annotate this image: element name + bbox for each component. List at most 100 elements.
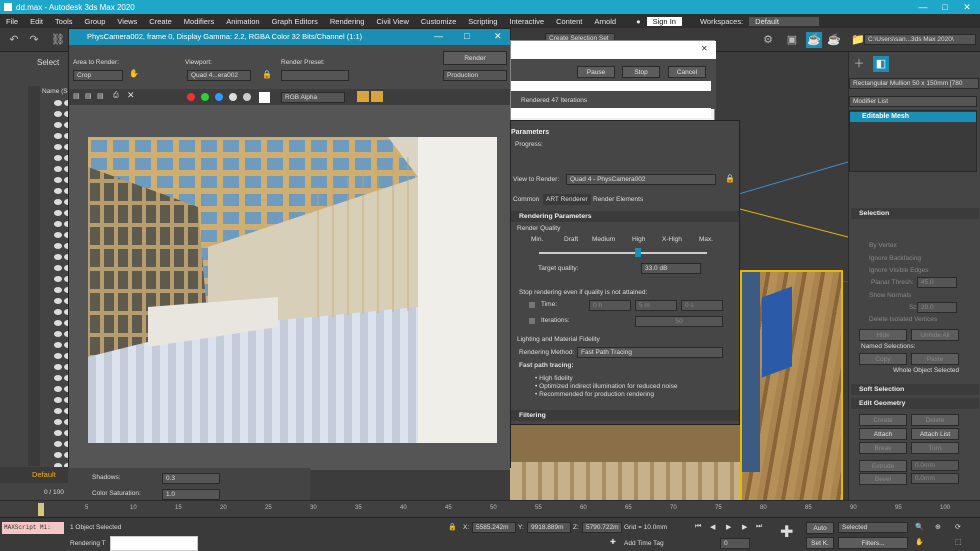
lock-icon[interactable]: 🔒 [262,70,272,79]
rendering-method-dropdown[interactable]: Fast Path Tracing [577,347,723,358]
blue-channel-icon[interactable] [215,93,223,101]
visibility-eye-icon[interactable] [54,342,62,348]
menu-interactive[interactable]: Interactive [503,17,550,26]
visibility-eye-icon[interactable] [54,452,62,458]
frame-counter[interactable]: 0 / 100 [44,489,64,496]
undo-icon[interactable]: ↶ [6,32,22,48]
visibility-eye-icon[interactable] [54,177,62,183]
lock-selection-icon[interactable]: 🔒 [448,523,457,531]
bevel-spinner[interactable]: 0.0mm [911,473,959,484]
mono-icon[interactable] [243,93,251,101]
extrude-spinner[interactable]: 0.0mm [911,460,959,471]
goto-end-icon[interactable]: ⏭ [756,523,762,531]
channel-dropdown[interactable]: RGB Alpha [281,92,345,103]
pause-button[interactable]: Pause [577,66,615,78]
menu-views[interactable]: Views [111,17,143,26]
quality-slider[interactable] [539,252,707,254]
visibility-eye-icon[interactable] [54,243,62,249]
add-time-tag[interactable]: Add Time Tag [624,540,664,547]
target-quality-spinner[interactable]: 33.0 dB [641,263,701,274]
goto-start-icon[interactable]: ⏮ [695,523,701,531]
time-seconds[interactable]: 0 s [681,300,723,311]
orbit-icon[interactable]: ⟳ [955,523,961,531]
default-layer-label[interactable]: Default [32,470,56,479]
modifier-item[interactable]: Editable Mesh [850,112,976,122]
timeline[interactable]: 0 / 100 0 5 10 15 20 25 30 35 40 45 50 55 60 65 70 75 80… [0,489,980,517]
maximize-viewport-icon[interactable]: ⬚ [955,538,962,546]
visibility-eye-icon[interactable] [54,353,62,359]
close-icon[interactable]: ✕ [956,0,978,14]
ignore-backfacing-label[interactable]: Ignore Backfacing [869,255,921,262]
visibility-eye-icon[interactable] [54,331,62,337]
menu-animation[interactable]: Animation [220,17,265,26]
time-hours[interactable]: 0 h [589,300,631,311]
modify-tab-icon[interactable]: ◧ [873,56,889,72]
menu-group[interactable]: Group [79,17,112,26]
show-normals-label[interactable]: Show Normals [869,292,911,299]
visibility-eye-icon[interactable] [54,155,62,161]
visibility-eye-icon[interactable] [54,386,62,392]
render-production-icon[interactable]: ☕ [806,32,822,48]
visibility-eye-icon[interactable] [54,298,62,304]
visibility-eye-icon[interactable] [54,232,62,238]
time-minutes[interactable]: 5 m [635,300,677,311]
menu-edit[interactable]: Edit [24,17,49,26]
menu-scripting[interactable]: Scripting [462,17,503,26]
planar-thresh-spinner[interactable]: 45.0 [917,277,957,288]
minimize-icon[interactable]: — [912,0,934,14]
save-image-icon[interactable]: ▤ [73,92,80,100]
copy-image-icon[interactable]: ▤ [85,92,92,100]
soft-selection-header[interactable]: Soft Selection [851,384,979,395]
render-frame-x-icon[interactable]: ✕ [494,31,502,42]
visibility-eye-icon[interactable] [54,276,62,282]
visibility-eye-icon[interactable] [54,397,62,403]
visibility-eye-icon[interactable] [54,265,62,271]
green-channel-icon[interactable] [201,93,209,101]
quality-slider-handle[interactable] [635,248,641,257]
prev-frame-icon[interactable]: ◀ [710,523,715,531]
scale-spinner[interactable]: 20.0 [917,302,957,313]
visibility-eye-icon[interactable] [54,408,62,414]
maximize-icon[interactable]: □ [934,0,956,14]
menu-rendering[interactable]: Rendering [324,17,371,26]
by-vertex-label[interactable]: By Vertex [869,242,897,249]
y-coordinate[interactable]: 9918.889m [527,522,571,533]
stop-button[interactable]: Stop [622,66,660,78]
visibility-eye-icon[interactable] [54,441,62,447]
visibility-eye-icon[interactable] [54,320,62,326]
select-tab[interactable]: Select [37,58,59,67]
red-channel-icon[interactable] [187,93,195,101]
visibility-eye-icon[interactable] [54,287,62,293]
modifier-list-dropdown[interactable]: Modifier List [849,96,977,107]
selected-dropdown[interactable]: Selected [838,522,908,533]
render-frame-close-icon[interactable]: — [434,31,443,41]
z-coordinate[interactable]: 5790.722m [582,522,622,533]
menu-arnold[interactable]: Arnold [588,17,622,26]
zoom-all-icon[interactable]: ⊕ [935,523,941,531]
workspaces-dropdown[interactable]: Default [749,16,820,26]
play-icon[interactable]: ▶ [726,523,731,531]
print-icon[interactable]: ⎙ [113,92,119,100]
visibility-eye-icon[interactable] [54,375,62,381]
viewport-dropdown[interactable]: Quad 4...era002 [187,70,251,81]
visibility-eye-icon[interactable] [54,364,62,370]
attach-list-button[interactable]: Attach List [911,428,959,440]
redo-icon[interactable]: ↷ [26,32,42,48]
create-tab-icon[interactable]: ＋ [851,56,867,72]
menu-file[interactable]: File [0,17,24,26]
visibility-eye-icon[interactable] [54,166,62,172]
menu-graph-editors[interactable]: Graph Editors [266,17,324,26]
maxscript-listener[interactable]: MAXScript Mi: [2,522,64,534]
render-preset-dropdown[interactable] [281,70,349,81]
color-saturation-spinner[interactable]: 1.0 [162,489,220,500]
unhide-all-button[interactable]: Unhide All [911,329,959,341]
menu-civil-view[interactable]: Civil View [370,17,414,26]
tab-common[interactable]: Common [513,196,539,203]
shadows-spinner[interactable]: 0.3 [162,473,220,484]
ignore-visible-edges-label[interactable]: Ignore Visible Edges [869,267,929,274]
set-key-button[interactable]: Set K. [806,537,834,549]
hide-button[interactable]: Hide [859,329,907,341]
rendered-image[interactable] [88,137,497,443]
paste-button[interactable]: Paste [911,353,959,365]
zoom-icon[interactable]: 🔍 [915,523,924,531]
